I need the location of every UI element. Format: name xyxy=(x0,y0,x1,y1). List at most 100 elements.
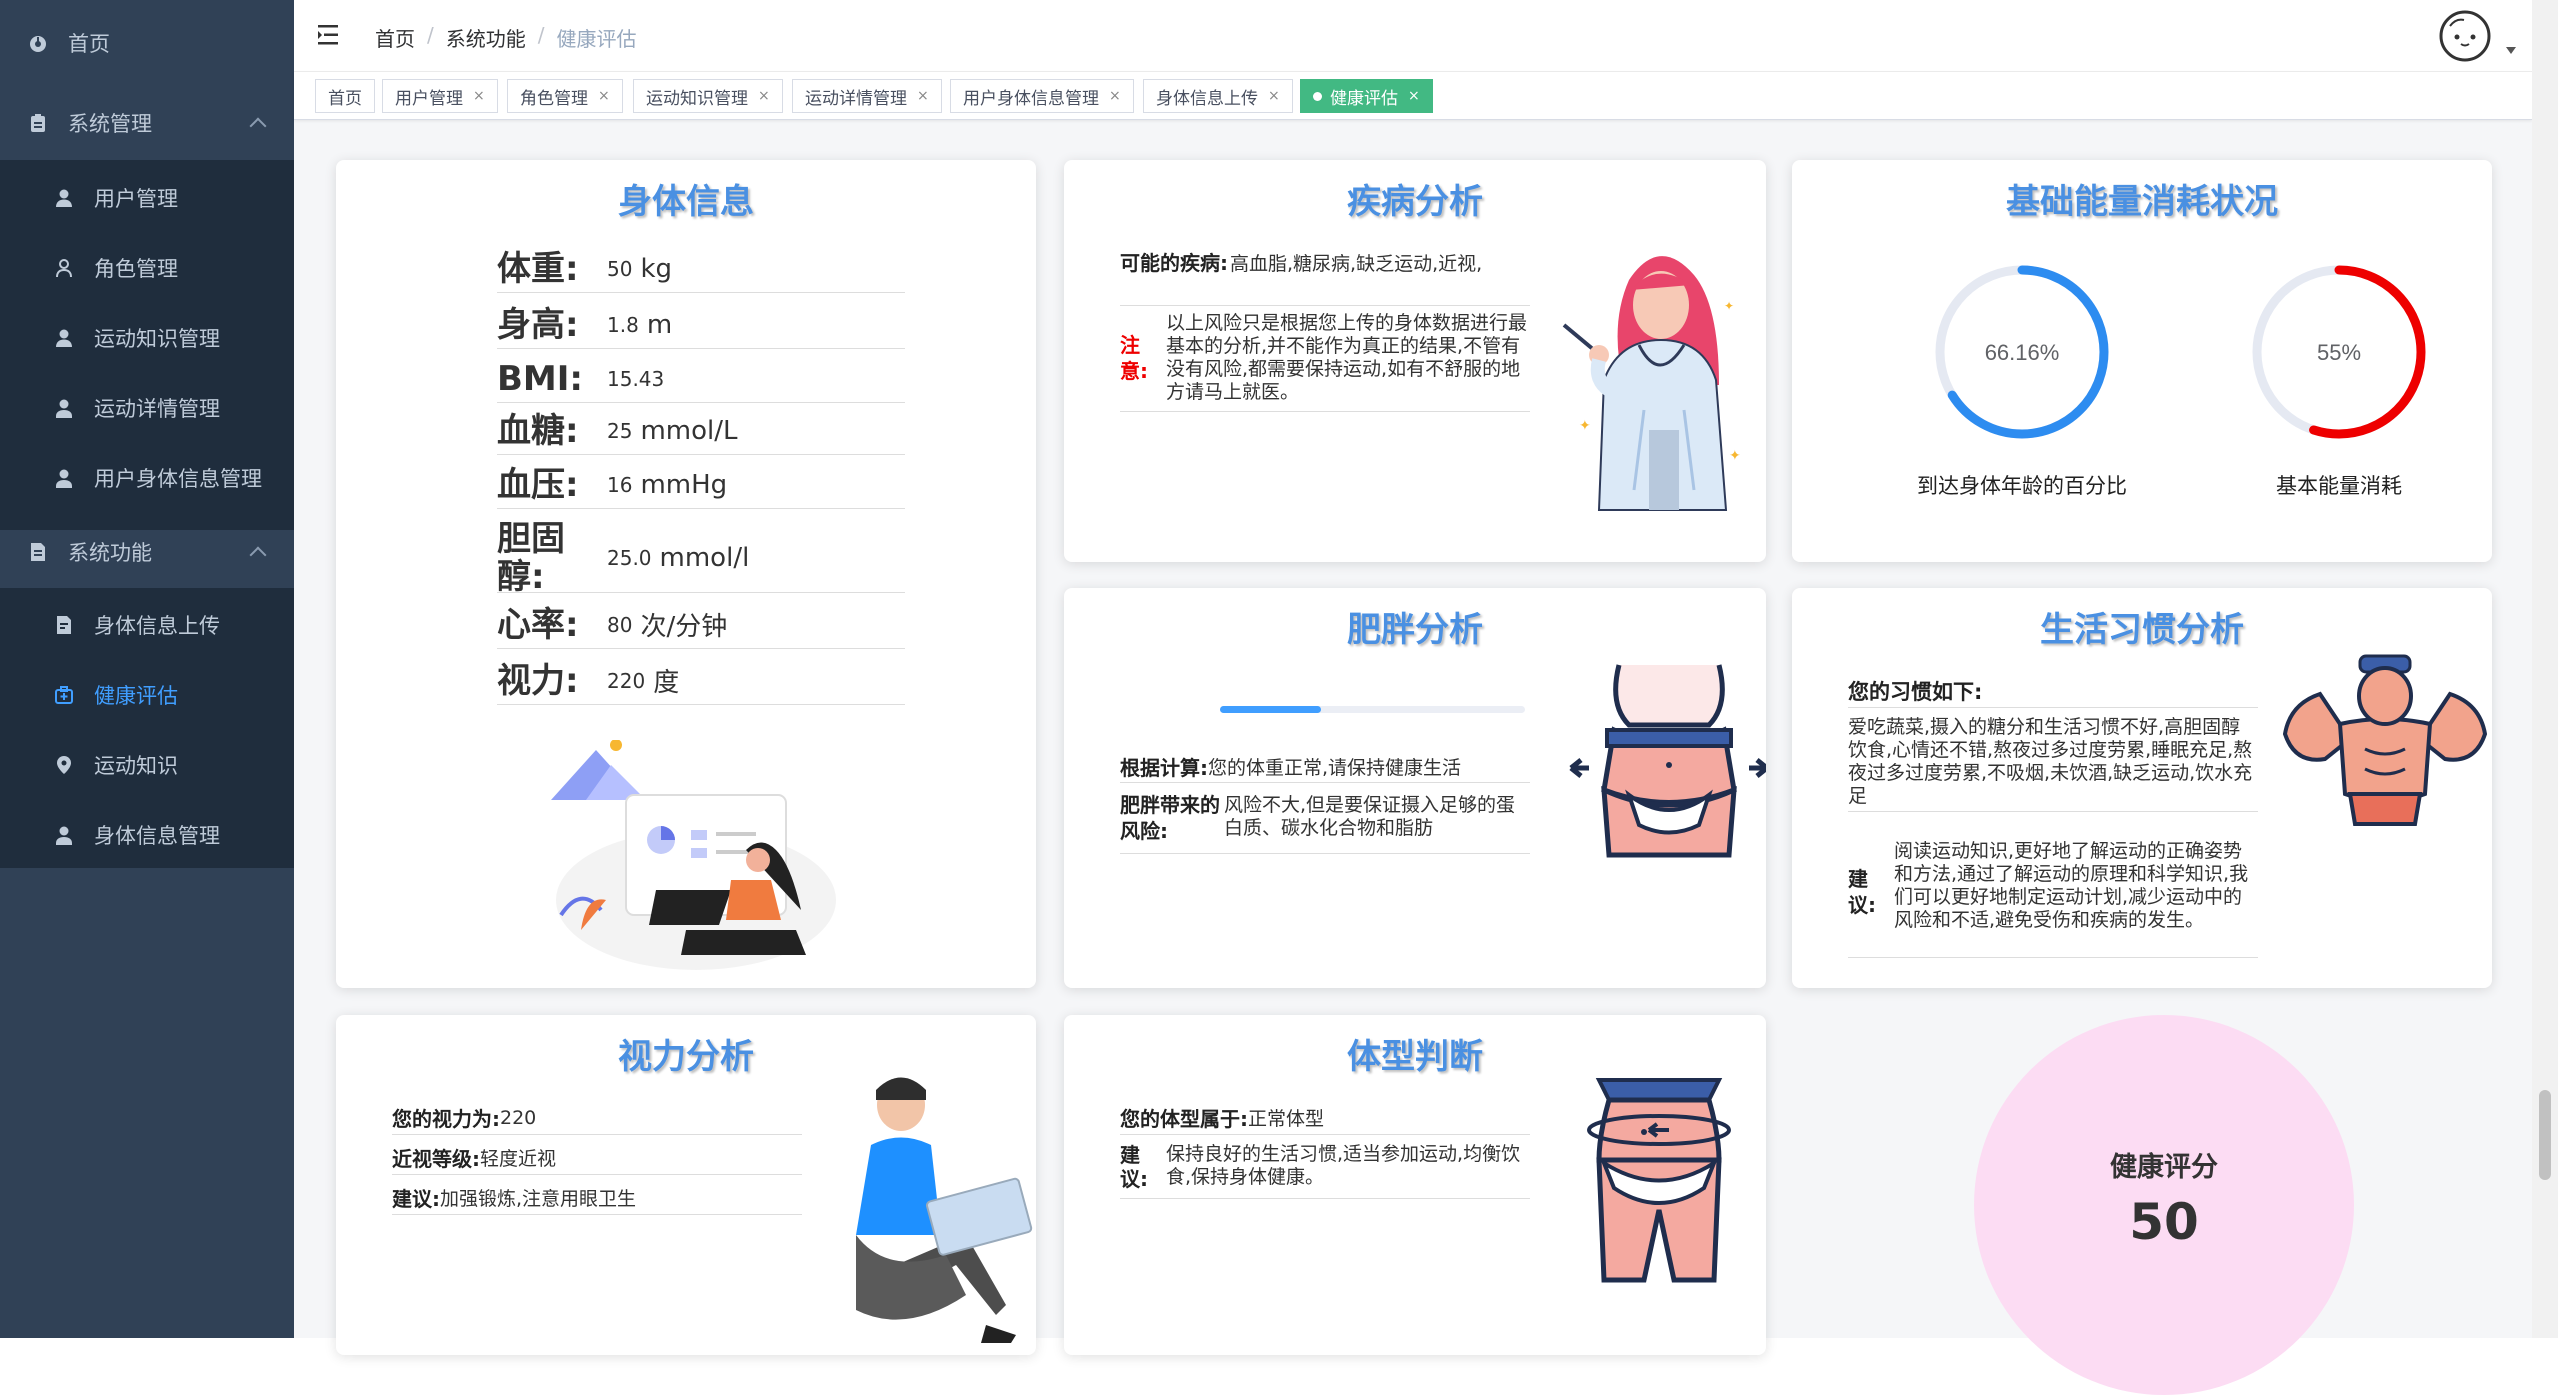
menu-system-mgmt[interactable]: 系统管理 xyxy=(28,108,152,138)
menu-toggle-icon[interactable] xyxy=(318,24,342,46)
chevron-up-icon xyxy=(249,546,267,564)
habit-suggest-label: 建议: xyxy=(1848,867,1876,917)
waist-measure-illustration xyxy=(1587,1078,1731,1283)
menu-body-info-mgmt[interactable]: 身体信息管理 xyxy=(54,820,220,850)
menu-sport-detail-mgmt[interactable]: 运动详情管理 xyxy=(54,393,220,423)
laptop-woman-illustration xyxy=(551,740,836,970)
ring-energy-caption: 基本能量消耗 xyxy=(2276,474,2402,498)
vision-row: 近视等级: 轻度近视 xyxy=(392,1141,802,1175)
breadcrumb-parent: 系统功能 xyxy=(445,27,526,51)
menu-home[interactable]: 首页 xyxy=(28,28,110,58)
vision-row-value: 轻度近视 xyxy=(480,1148,557,1170)
close-icon[interactable]: × xyxy=(758,88,770,104)
active-dot xyxy=(1313,91,1322,101)
doc-icon xyxy=(31,543,45,561)
body-type-suggest-row: 建议: 保持良好的生活习惯,适当参加运动,均衡饮食,保持身体健康。 xyxy=(1120,1143,1530,1199)
waist-illustration xyxy=(1569,664,1766,858)
card-title: 视力分析 xyxy=(618,1037,754,1077)
breadcrumb-separator: / xyxy=(537,23,545,47)
tag-user-body-info-mgmt[interactable]: 用户身体信息管理 × xyxy=(950,79,1134,113)
tag-label: 首页 xyxy=(328,88,362,109)
ring-age-caption: 到达身体年龄的百分比 xyxy=(1917,474,2127,498)
menu-sport-knowledge-mgmt-label: 运动知识管理 xyxy=(94,327,220,351)
obesity-calc-row: 根据计算: 您的体重正常,请保持健康生活 xyxy=(1120,751,1530,783)
body-info-row: 胆固醇: 25.0 mmol/l xyxy=(497,518,905,597)
body-info-label: 血糖: xyxy=(497,410,579,451)
menu-sport-knowledge-mgmt[interactable]: 运动知识管理 xyxy=(54,323,220,353)
tag-label: 用户管理 xyxy=(395,88,463,109)
close-icon[interactable]: × xyxy=(1268,88,1280,104)
user-tie-icon xyxy=(56,399,72,418)
muscle-man-illustration xyxy=(2282,654,2488,826)
body-type-label: 您的体型属于: xyxy=(1120,1107,1248,1131)
svg-text:✦: ✦ xyxy=(1724,299,1734,313)
tag-sport-detail-mgmt[interactable]: 运动详情管理 × xyxy=(792,79,942,113)
body-info-value: 15.43 xyxy=(607,366,665,391)
medkit-icon xyxy=(55,686,73,704)
card-title: 疾病分析 xyxy=(1347,182,1483,222)
avatar-icon[interactable] xyxy=(2438,10,2492,62)
body-info-unit: m xyxy=(646,309,673,340)
body-info-row: 体重: 50 kg xyxy=(497,245,905,293)
possible-disease-value: 高血脂,糖尿病,缺乏运动,近视, xyxy=(1230,253,1483,275)
user-tie-icon xyxy=(56,469,72,488)
tags-view: 首页 用户管理 × 角色管理 × 运动知识管理 × 运动详情管理 × 用户身体信息管理 ×… xyxy=(294,72,2532,120)
menu-role-mgmt[interactable]: 角色管理 xyxy=(54,253,178,283)
close-icon[interactable]: × xyxy=(1109,88,1121,104)
card-habit-analysis: 生活习惯分析 您的习惯如下: 爱吃蔬菜,摄入的糖分和生活习惯不好,高胆固醇饮食,… xyxy=(1792,588,2492,988)
tag-user-mgmt[interactable]: 用户管理 × xyxy=(382,79,498,113)
menu-system-func-label: 系统功能 xyxy=(68,541,152,565)
ring-age-text: 66.16% xyxy=(1985,340,2060,365)
card-vision-analysis: 视力分析 您的视力为: 220 近视等级: 轻度近视 建议: 加强锻炼,注意用眼… xyxy=(336,1015,1036,1355)
breadcrumb-home[interactable]: 首页 xyxy=(375,23,415,52)
doctor-illustration: ✦ ✦ ✦ xyxy=(1562,256,1741,511)
body-info-row: 视力: 220 度 xyxy=(497,657,905,705)
menu-user-body-info-mgmt[interactable]: 用户身体信息管理 xyxy=(54,463,262,493)
note-value: 以上风险只是根据您上传的身体数据进行最基本的分析,并不能作为真正的结果,不管有没… xyxy=(1166,312,1528,403)
tag-health-eval[interactable]: 健康评估 × xyxy=(1300,79,1433,113)
user-icon xyxy=(56,189,72,207)
obesity-calc-label: 根据计算: xyxy=(1120,756,1208,780)
menu-sport-knowledge[interactable]: 运动知识 xyxy=(54,750,178,780)
tag-home[interactable]: 首页 xyxy=(315,79,375,113)
card-body-info: 身体信息 体重: 50 kg 身高: 1.8 m BMI: 15.43 血糖: 25 mmol/L 血… xyxy=(336,160,1036,988)
scrollbar-thumb[interactable] xyxy=(2539,1090,2551,1180)
close-icon[interactable]: × xyxy=(1408,88,1420,104)
caret-down-icon[interactable] xyxy=(2506,47,2516,54)
health-score-circle: 健康评分 50 xyxy=(1974,1015,2354,1395)
close-icon[interactable]: × xyxy=(473,88,485,104)
dashboard-icon xyxy=(30,36,46,52)
card-energy: 基础能量消耗状况 66.16% 到达身体年龄的百分比 55% 基本能量消耗 xyxy=(1792,160,2492,562)
breadcrumb-separator: / xyxy=(427,23,434,47)
menu-system-func[interactable]: 系统功能 xyxy=(28,537,152,567)
close-icon[interactable]: × xyxy=(598,88,610,104)
obesity-progress-bar xyxy=(1220,706,1525,713)
tag-role-mgmt[interactable]: 角色管理 × xyxy=(507,79,623,113)
breadcrumb-current: 健康评估 xyxy=(556,27,637,51)
body-info-value: 80 xyxy=(607,612,633,637)
body-info-label: 血压: xyxy=(497,464,579,505)
tag-body-upload[interactable]: 身体信息上传 × xyxy=(1143,79,1293,113)
ring-energy-text: 55% xyxy=(2317,340,2361,365)
menu-user-mgmt-label: 用户管理 xyxy=(94,187,178,211)
card-disease-analysis: 疾病分析 可能的疾病: 高血脂,糖尿病,缺乏运动,近视, 注意: 以上风险只是根… xyxy=(1064,160,1766,562)
body-info-label: 胆固醇: xyxy=(497,518,565,597)
vision-row-label: 建议: xyxy=(392,1187,440,1211)
tag-sport-knowledge-mgmt[interactable]: 运动知识管理 × xyxy=(633,79,783,113)
body-info-value: 50 xyxy=(607,256,633,281)
body-type-value: 正常体型 xyxy=(1248,1108,1325,1130)
menu-user-mgmt[interactable]: 用户管理 xyxy=(54,183,178,213)
upload-doc-icon xyxy=(57,616,71,634)
body-info-label: BMI: xyxy=(497,358,583,399)
close-icon[interactable]: × xyxy=(917,88,929,104)
menu-health-eval[interactable]: 健康评估 xyxy=(54,680,178,710)
body-info-unit: mmol/l xyxy=(659,542,750,573)
menu-body-upload[interactable]: 身体信息上传 xyxy=(54,610,220,640)
body-type-suggest-label: 建议: xyxy=(1120,1143,1148,1191)
body-info-row: BMI: 15.43 xyxy=(497,355,905,403)
body-info-unit: 度 xyxy=(653,668,680,698)
habit-label: 您的习惯如下: xyxy=(1848,680,1983,704)
habit-value: 爱吃蔬菜,摄入的糖分和生活习惯不好,高胆固醇饮食,心情还不错,熬夜过多过度劳累,… xyxy=(1848,716,2258,812)
body-info-label: 身高: xyxy=(497,304,579,345)
health-score-value: 50 xyxy=(2129,1193,2199,1251)
